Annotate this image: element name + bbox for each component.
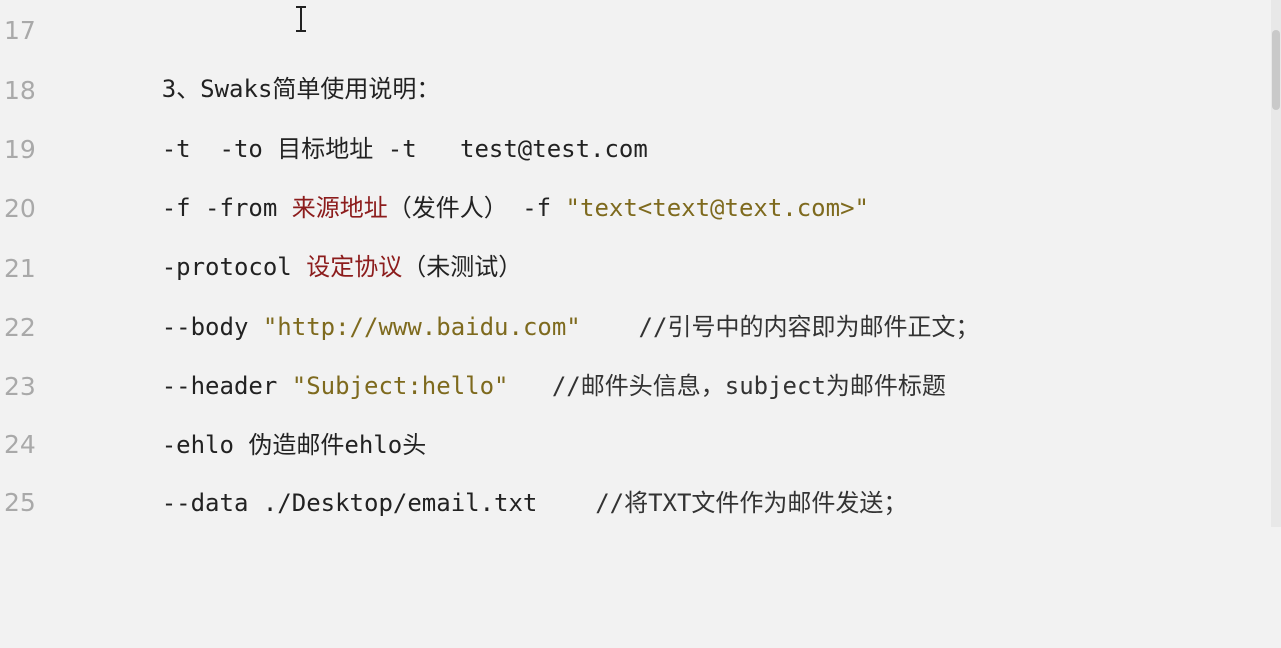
code-line[interactable]: 23 -ehlo 伪造邮件ehlo头 <box>0 358 1281 459</box>
code-text[interactable] <box>75 474 162 648</box>
line-number: 25 <box>4 488 36 517</box>
code-line[interactable]: 25 <box>0 474 1281 532</box>
code-line[interactable]: 22 --header "Subject:hello" //邮件头信息，subj… <box>0 299 1281 400</box>
line-number: 20 <box>4 194 36 223</box>
code-line[interactable]: 20 -protocol 设定协议（未测试） <box>0 180 1281 281</box>
code-line[interactable]: 21 --body "http://www.baidu.com" //引号中的内… <box>0 240 1281 341</box>
code-editor[interactable]: 17 3、Swaks简单使用说明： 18 -t -to 目标地址 -t test… <box>0 0 1281 527</box>
vertical-scrollbar[interactable] <box>1271 0 1281 527</box>
line-number: 19 <box>4 135 36 164</box>
code-line[interactable]: 17 3、Swaks简单使用说明： <box>0 2 1281 103</box>
line-number: 24 <box>4 430 36 459</box>
line-number: 18 <box>4 76 36 105</box>
scrollbar-thumb[interactable] <box>1272 30 1280 110</box>
line-number: 17 <box>4 16 36 45</box>
code-line[interactable]: 24 --data ./Desktop/email.txt //将TXT文件作为… <box>0 416 1281 517</box>
line-number: 21 <box>4 254 36 283</box>
line-number: 22 <box>4 313 36 342</box>
line-number: 23 <box>4 372 36 401</box>
code-line[interactable]: 19 -f -from 来源地址（发件人） -f "text<text@text… <box>0 121 1281 222</box>
code-line[interactable]: 18 -t -to 目标地址 -t test@test.com <box>0 62 1281 163</box>
text-cursor-icon <box>296 6 306 32</box>
